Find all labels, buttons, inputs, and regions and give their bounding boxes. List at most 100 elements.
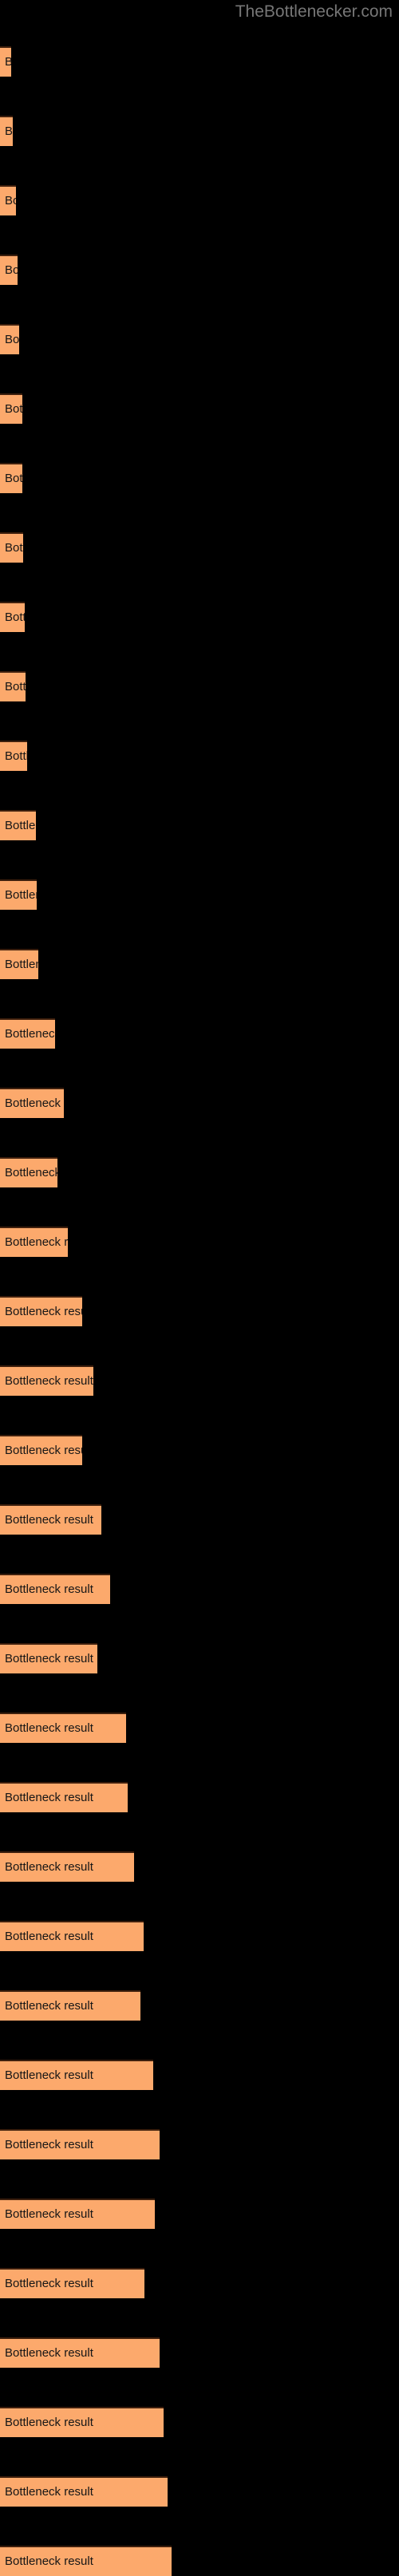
bar[interactable] [0, 2546, 172, 2576]
bar-clip: Bottleneck result [0, 1435, 82, 1465]
bar-row: Bottleneck result [0, 1990, 140, 2021]
bar-row: Bottleneck result [0, 602, 25, 632]
bar-row: Bottleneck result [0, 324, 19, 354]
bar[interactable] [0, 1574, 110, 1604]
bar-row: Bottleneck result [0, 2407, 164, 2437]
bar-row: Bottleneck result [0, 1088, 64, 1118]
bar[interactable] [0, 2337, 160, 2368]
bar-clip: Bottleneck result [0, 2407, 164, 2437]
bar-clip: Bottleneck result [0, 671, 26, 701]
bar[interactable] [0, 255, 18, 285]
bar-clip: Bottleneck result [0, 1921, 144, 1951]
bar-clip: Bottleneck result [0, 2129, 160, 2159]
bar-row: Bottleneck result [0, 46, 11, 77]
bar-row: Bottleneck result [0, 1713, 126, 1743]
bar-row: Bottleneck result [0, 185, 16, 215]
bar-clip: Bottleneck result [0, 2546, 172, 2576]
bar[interactable] [0, 1713, 126, 1743]
bar[interactable] [0, 1990, 140, 2021]
bar-clip: Bottleneck result [0, 1365, 93, 1396]
bar[interactable] [0, 741, 27, 771]
bar[interactable] [0, 1921, 144, 1951]
bar-row: Bottleneck result [0, 1296, 82, 1326]
bar-row: Bottleneck result [0, 1921, 144, 1951]
bar-clip: Bottleneck result [0, 879, 37, 910]
bar-clip: Bottleneck result [0, 393, 22, 424]
bar-row: Bottleneck result [0, 1157, 57, 1187]
bar[interactable] [0, 2129, 160, 2159]
bar[interactable] [0, 1088, 64, 1118]
bar-clip: Bottleneck result [0, 185, 16, 215]
bar[interactable] [0, 671, 26, 701]
bar[interactable] [0, 1851, 134, 1882]
bar-clip: Bottleneck result [0, 1088, 64, 1118]
bar[interactable] [0, 393, 22, 424]
bar-clip: Bottleneck result [0, 602, 25, 632]
bar[interactable] [0, 2060, 153, 2090]
bar-clip: Bottleneck result [0, 2337, 160, 2368]
bar-row: Bottleneck result [0, 2546, 172, 2576]
bar-row: Bottleneck result [0, 2268, 144, 2298]
bar[interactable] [0, 116, 13, 146]
bar[interactable] [0, 324, 19, 354]
bar-clip: Bottleneck result [0, 1227, 68, 1257]
bar-row: Bottleneck result [0, 1435, 82, 1465]
bar-row: Bottleneck result [0, 2199, 155, 2229]
bar[interactable] [0, 1157, 57, 1187]
bar-clip: Bottleneck result [0, 116, 13, 146]
bar-clip: Bottleneck result [0, 2268, 144, 2298]
bar[interactable] [0, 949, 38, 979]
bar-row: Bottleneck result [0, 2060, 153, 2090]
bar[interactable] [0, 1435, 82, 1465]
bar-row: Bottleneck result [0, 532, 23, 563]
bar-row: Bottleneck result [0, 810, 36, 840]
bar[interactable] [0, 1365, 93, 1396]
bar[interactable] [0, 2199, 155, 2229]
bar-row: Bottleneck result [0, 2337, 160, 2368]
bar-row: Bottleneck result [0, 1643, 97, 1673]
bar-clip: Bottleneck result [0, 463, 22, 493]
bottleneck-bar-chart: Bottleneck result Bottleneck result Bottle… [0, 0, 399, 2576]
bar-clip: Bottleneck result [0, 2060, 153, 2090]
bar[interactable] [0, 46, 11, 77]
bar-clip: Bottleneck result [0, 46, 11, 77]
bar-row: Bottleneck result [0, 1851, 134, 1882]
bar-clip: Bottleneck result [0, 1574, 110, 1604]
bar-row: Bottleneck result [0, 393, 22, 424]
bar-clip: Bottleneck result [0, 741, 27, 771]
bar-row: Bottleneck result [0, 1782, 128, 1812]
bar[interactable] [0, 532, 23, 563]
bar[interactable] [0, 602, 25, 632]
bar-clip: Bottleneck result [0, 2476, 168, 2507]
bar-clip: Bottleneck result [0, 1990, 140, 2021]
bar[interactable] [0, 185, 16, 215]
bar-row: Bottleneck result [0, 879, 37, 910]
bar[interactable] [0, 1296, 82, 1326]
bar-row: Bottleneck result [0, 949, 38, 979]
bar[interactable] [0, 1782, 128, 1812]
bar-clip: Bottleneck result [0, 255, 18, 285]
bar-row: Bottleneck result [0, 255, 18, 285]
bar-row: Bottleneck result [0, 1018, 55, 1049]
bar[interactable] [0, 1018, 55, 1049]
bar-clip: Bottleneck result [0, 532, 23, 563]
bar-clip: Bottleneck result [0, 1018, 55, 1049]
bar[interactable] [0, 2476, 168, 2507]
bar[interactable] [0, 2268, 144, 2298]
bar-row: Bottleneck result [0, 116, 13, 146]
bar-row: Bottleneck result [0, 1574, 110, 1604]
bar[interactable] [0, 463, 22, 493]
bar[interactable] [0, 1643, 97, 1673]
bar-clip: Bottleneck result [0, 324, 19, 354]
bar-row: Bottleneck result [0, 463, 22, 493]
bar[interactable] [0, 1227, 68, 1257]
bar[interactable] [0, 879, 37, 910]
bar[interactable] [0, 2407, 164, 2437]
bar-row: Bottleneck result [0, 1365, 93, 1396]
bar-clip: Bottleneck result [0, 1851, 134, 1882]
bar[interactable] [0, 1504, 101, 1535]
bar[interactable] [0, 810, 36, 840]
bar-clip: Bottleneck result [0, 1157, 57, 1187]
bar-clip: Bottleneck result [0, 1713, 126, 1743]
bar-clip: Bottleneck result [0, 1504, 101, 1535]
